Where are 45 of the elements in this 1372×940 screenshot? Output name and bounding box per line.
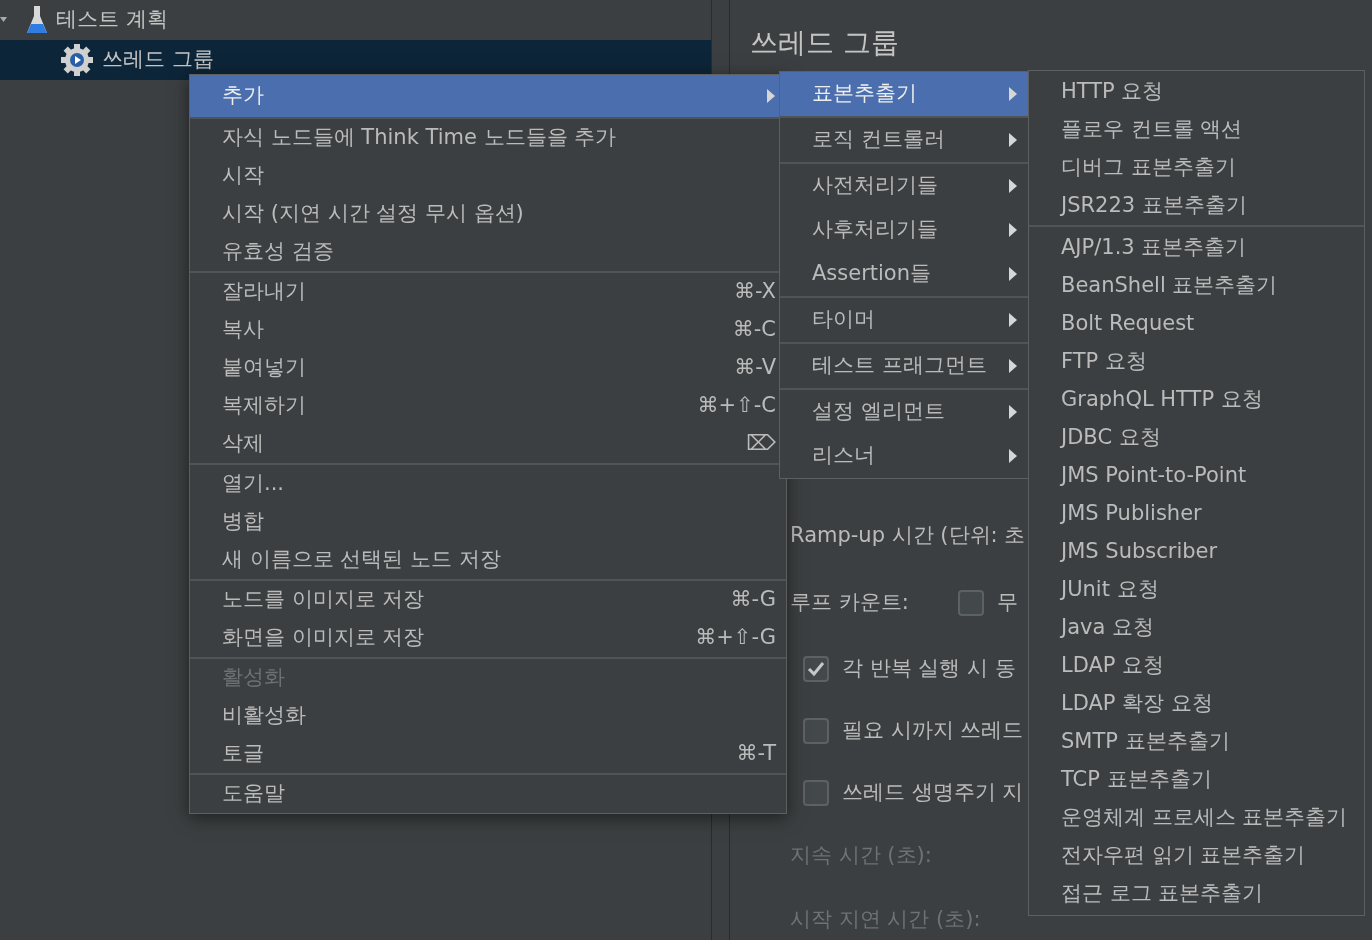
menu-item[interactable]: 새 이름으로 선택된 노드 저장: [190, 541, 786, 579]
menu-item[interactable]: JMS Subscriber: [1029, 533, 1364, 571]
checkbox-label: 각 반복 실행 시 동: [842, 655, 1016, 683]
menu-item[interactable]: JUnit 요청: [1029, 571, 1364, 609]
menu-item[interactable]: 타이머: [780, 298, 1028, 342]
menu-item[interactable]: 병합: [190, 503, 786, 541]
menu-item[interactable]: 플로우 컨트롤 액션: [1029, 111, 1364, 149]
menu-item[interactable]: 테스트 프래그먼트: [780, 344, 1028, 388]
menu-item[interactable]: JDBC 요청: [1029, 419, 1364, 457]
panel-title: 쓰레드 그룹: [750, 25, 900, 61]
menu-item[interactable]: JMS Point-to-Point: [1029, 457, 1364, 495]
menu-item[interactable]: 노드를 이미지로 저장 ⌘-G: [190, 581, 786, 619]
menu-item[interactable]: AJP/1.3 표본추출기: [1029, 229, 1364, 267]
tree-item[interactable]: 테스트 계획: [0, 0, 711, 40]
menu-item[interactable]: FTP 요청: [1029, 343, 1364, 381]
menu-item[interactable]: 운영체계 프로세스 표본추출기: [1029, 799, 1364, 837]
menu-item[interactable]: 화면을 이미지로 저장 ⌘+⇧-G: [190, 619, 786, 657]
menu-item[interactable]: JMS Publisher: [1029, 495, 1364, 533]
menu-item[interactable]: Bolt Request: [1029, 305, 1364, 343]
menu-item[interactable]: LDAP 요청: [1029, 647, 1364, 685]
menu-item[interactable]: LDAP 확장 요청: [1029, 685, 1364, 723]
menu-item[interactable]: 사전처리기들: [780, 164, 1028, 208]
checkbox-label: 쓰레드 생명주기 지: [842, 779, 1024, 807]
menu-item[interactable]: Java 요청: [1029, 609, 1364, 647]
menu-item[interactable]: GraphQL HTTP 요청: [1029, 381, 1364, 419]
menu-item[interactable]: 도움말: [190, 775, 786, 813]
checkbox-label: 필요 시까지 쓰레드: [842, 717, 1024, 745]
menu-item[interactable]: 비활성화: [190, 697, 786, 735]
menu-item[interactable]: 설정 엘리먼트: [780, 390, 1028, 434]
menu-item[interactable]: HTTP 요청: [1029, 73, 1364, 111]
menu-item[interactable]: SMTP 표본추출기: [1029, 723, 1364, 761]
menu-item[interactable]: TCP 표본추출기: [1029, 761, 1364, 799]
menu-item[interactable]: Assertion들: [780, 252, 1028, 296]
menu-item[interactable]: 디버그 표본추출기: [1029, 149, 1364, 187]
menu-item[interactable]: 표본추출기: [780, 72, 1028, 116]
field-label: 루프 카운트:: [790, 589, 910, 617]
menu-item[interactable]: 전자우편 읽기 표본추출기: [1029, 837, 1364, 875]
checkbox-label: 무: [997, 589, 1018, 617]
menu-item[interactable]: 접근 로그 표본추출기: [1029, 875, 1364, 913]
menu-item[interactable]: BeanShell 표본추출기: [1029, 267, 1364, 305]
menu-item[interactable]: 토글 ⌘-T: [190, 735, 786, 773]
field-label: Ramp-up 시간 (단위: 초: [790, 522, 1026, 550]
menu-item[interactable]: JSR223 표본추출기: [1029, 187, 1364, 225]
menu-item[interactable]: 로직 컨트롤러: [780, 118, 1028, 162]
menu-item[interactable]: 사후처리기들: [780, 208, 1028, 252]
